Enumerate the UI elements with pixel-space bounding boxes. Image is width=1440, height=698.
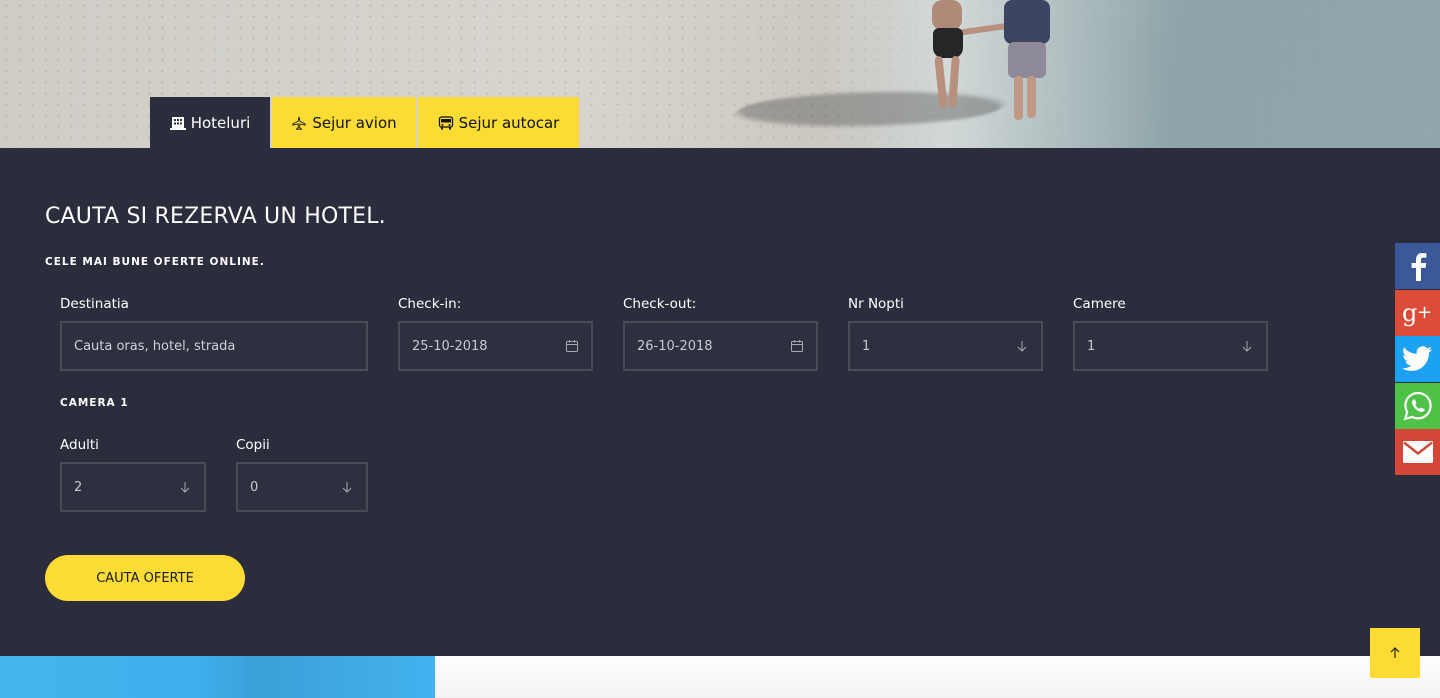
nights-value: 1 <box>862 338 871 354</box>
checkin-value: 25-10-2018 <box>412 338 488 354</box>
arrow-up-icon <box>1390 647 1400 658</box>
man-leg <box>1027 76 1036 118</box>
nights-label: Nr Nopti <box>848 296 904 312</box>
social-share-bar: g + <box>1395 243 1440 476</box>
bus-icon <box>438 115 453 129</box>
rooms-value: 1 <box>1087 338 1096 354</box>
email-share-button[interactable] <box>1395 429 1440 475</box>
building-icon <box>169 116 186 130</box>
man-figure <box>1004 0 1050 44</box>
checkout-value: 26-10-2018 <box>637 338 713 354</box>
tab-label: Hoteluri <box>190 113 251 132</box>
tab-label: Sejur autocar <box>458 113 560 132</box>
tab-hoteluri[interactable]: Hoteluri <box>150 97 270 148</box>
children-label: Copii <box>236 437 270 453</box>
checkout-field[interactable]: 26-10-2018 <box>623 321 818 371</box>
nights-select[interactable]: 1 <box>848 321 1043 371</box>
checkin-field[interactable]: 25-10-2018 <box>398 321 593 371</box>
search-tabs: Hoteluri Sejur avion Sejur autocar <box>150 97 579 148</box>
svg-text:g: g <box>1402 299 1417 327</box>
calendar-icon <box>791 340 803 352</box>
arrow-down-icon <box>342 482 352 493</box>
page-subtitle: CELE MAI BUNE OFERTE ONLINE. <box>45 256 265 268</box>
whatsapp-icon <box>1403 391 1432 420</box>
arrow-down-icon <box>1242 341 1252 352</box>
checkin-label: Check-in: <box>398 296 462 312</box>
rooms-select[interactable]: 1 <box>1073 321 1268 371</box>
facebook-icon <box>1411 253 1426 281</box>
svg-text:+: + <box>1417 302 1432 323</box>
footer-white-area <box>435 656 1440 698</box>
email-icon <box>1402 441 1433 463</box>
sea-wave <box>820 0 1440 148</box>
adults-select[interactable]: 2 <box>60 462 206 512</box>
calendar-icon <box>566 340 578 352</box>
man-leg <box>1014 76 1023 120</box>
adults-value: 2 <box>74 479 83 495</box>
back-to-top-button[interactable] <box>1370 628 1420 678</box>
tab-sejur-avion[interactable]: Sejur avion <box>272 97 416 148</box>
arrow-down-icon <box>1017 341 1027 352</box>
facebook-share-button[interactable] <box>1395 243 1440 289</box>
adults-label: Adulti <box>60 437 99 453</box>
footer-blue-banner <box>0 656 435 698</box>
arrow-down-icon <box>180 482 190 493</box>
plane-icon <box>292 116 306 130</box>
destination-placeholder: Cauta oras, hotel, strada <box>74 338 236 354</box>
destination-input[interactable]: Cauta oras, hotel, strada <box>60 321 368 371</box>
children-value: 0 <box>250 479 259 495</box>
google-plus-icon: g + <box>1402 299 1432 327</box>
checkout-label: Check-out: <box>623 296 697 312</box>
tab-label: Sejur avion <box>312 113 397 132</box>
destination-label: Destinatia <box>60 296 129 312</box>
twitter-share-button[interactable] <box>1395 336 1440 382</box>
woman-skirt <box>933 28 963 58</box>
man-shorts <box>1008 42 1046 78</box>
page-title: CAUTA SI REZERVA UN HOTEL. <box>45 204 386 229</box>
search-offers-button[interactable]: CAUTA OFERTE <box>45 555 245 601</box>
rooms-label: Camere <box>1073 296 1126 312</box>
camera-label: CAMERA 1 <box>60 397 129 409</box>
whatsapp-share-button[interactable] <box>1395 382 1440 429</box>
google-plus-share-button[interactable]: g + <box>1395 289 1440 336</box>
twitter-icon <box>1402 346 1432 371</box>
woman-figure <box>932 0 962 30</box>
tab-sejur-autocar[interactable]: Sejur autocar <box>418 97 579 148</box>
children-select[interactable]: 0 <box>236 462 368 512</box>
